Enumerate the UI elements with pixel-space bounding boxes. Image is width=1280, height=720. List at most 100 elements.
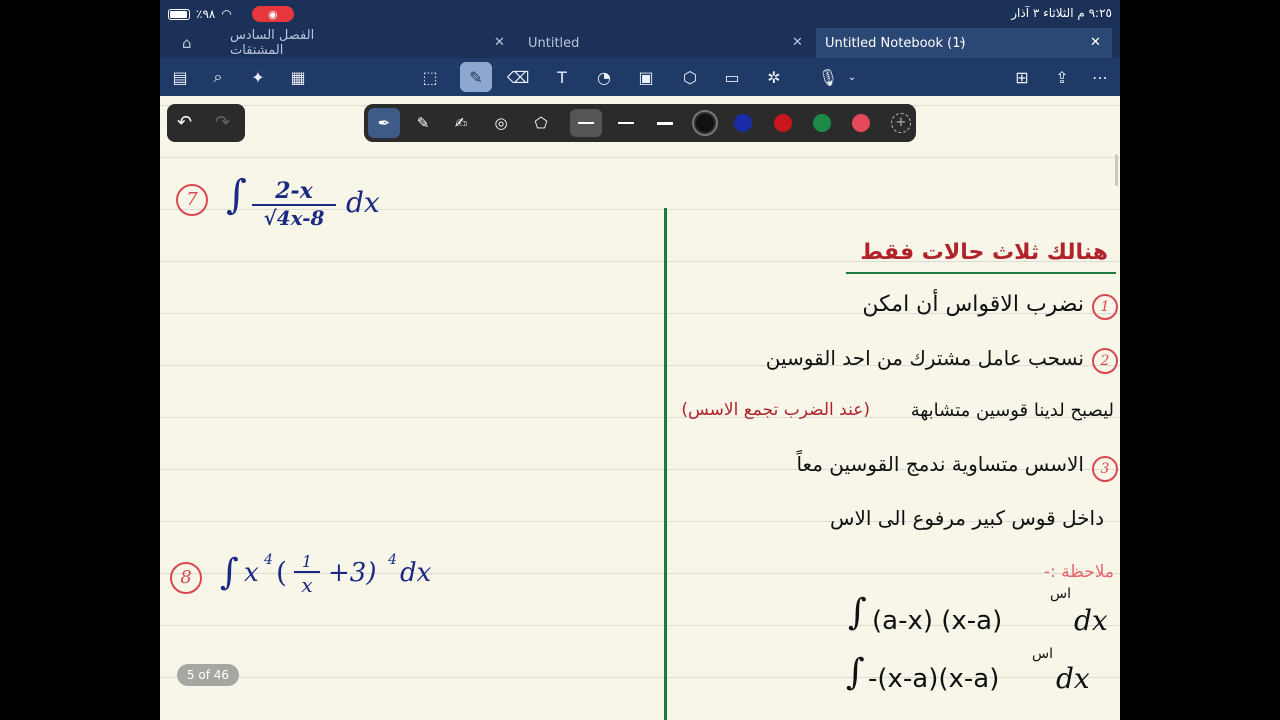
undo-redo-palette: ↶ ↷ [167, 104, 245, 142]
note-item-3: الاسس متساوية ندمج القوسين معاً [796, 452, 1084, 476]
q8-fraction: 1 x [294, 552, 320, 597]
wifi-icon: ◠ [221, 7, 232, 21]
q8-exp1: 4 [264, 552, 273, 568]
sqrt-icon: √ [263, 206, 277, 230]
undo-icon[interactable]: ↶ [177, 112, 192, 133]
thickness-thick[interactable] [657, 122, 673, 125]
page-indicator[interactable]: 5 of 46 [177, 664, 239, 686]
integral-sign: ∫ [226, 172, 247, 218]
q7-fraction: 2-x √4x-8 [252, 178, 336, 230]
color-swatch-black[interactable] [692, 110, 718, 136]
ai-sparkle-icon[interactable]: ✦ [246, 65, 270, 89]
q8-dx: dx [400, 558, 432, 588]
formula-2-dx: dx [1056, 662, 1090, 695]
question-number-7: 7 [176, 184, 208, 216]
note-item-3-continued: داخل قوس كبير مرفوع الى الاس [830, 506, 1104, 530]
main-toolbar: ▤ ⌕ ✦ ▦ ⬚ ✎ ⌫ T ◔ ▣ ⬡ ▭ ✲ 🎙 ⌄ ⊞ ⇪ ⋯ [160, 58, 1120, 96]
eraser-icon[interactable]: ⌫ [506, 65, 530, 89]
pen-palette: ✒ ✎ ✍ ◎ ⬠ + [364, 104, 916, 142]
status-left: ٪٩٨ ◠ ◉ [168, 6, 294, 22]
share-icon[interactable]: ⇪ [1050, 65, 1074, 89]
question-number-8: 8 [170, 562, 202, 594]
integral-sign: ∫ [848, 592, 867, 633]
note-item-2: نسحب عامل مشترك من احد القوسين [765, 346, 1084, 370]
note-item-2-remark: (عند الضرب تجمع الاسس) [681, 400, 870, 420]
q8-exp2: 4 [388, 552, 397, 568]
brush-pen-icon[interactable]: ✍ [448, 111, 474, 135]
tab-bar: ⌂ الفصل السادس المشتقات ✕ Untitled ✕ Unt… [160, 28, 1120, 58]
tab-untitled-notebook[interactable]: Untitled Notebook (1) ⌄ ✕ [816, 28, 1112, 58]
scrollbar[interactable] [1115, 154, 1118, 186]
redo-icon[interactable]: ↷ [215, 112, 230, 133]
image-icon[interactable]: ▣ [634, 65, 658, 89]
q8-frac-num: 1 [301, 552, 313, 571]
q7-denominator: 4x-8 [276, 204, 325, 230]
formula-1: (a-x) (x-a) [872, 606, 1003, 636]
formula-2: -(x-a)(x-a) [868, 664, 1000, 694]
text-tool-icon[interactable]: T [550, 65, 574, 89]
formula-1-dx: dx [1074, 604, 1108, 637]
pen-settings-icon[interactable]: ◎ [488, 111, 514, 135]
color-swatch-green[interactable] [813, 114, 831, 132]
pen-tool-icon[interactable]: ✎ [460, 62, 492, 92]
fountain-pen-icon[interactable]: ✒ [368, 108, 400, 138]
notes-heading: هنالك ثلاث حالات فقط [860, 240, 1108, 265]
sticker-icon[interactable]: ◔ [592, 65, 616, 89]
heading-underline [846, 272, 1116, 274]
document-icon[interactable]: ▦ [286, 65, 310, 89]
battery-level: ٪٩٨ [196, 7, 216, 21]
note-item-2-continued: ليصبح لدينا قوسين متشابهة [910, 400, 1114, 421]
q7-numerator: 2-x [275, 178, 313, 204]
chevron-down-icon[interactable]: ⌄ [840, 65, 864, 89]
q7-dx: dx [346, 186, 380, 219]
color-swatch-blue[interactable] [734, 114, 752, 132]
tab-label: الفصل السادس المشتقات [230, 28, 315, 58]
app-window: ٪٩٨ ◠ ◉ ٩:٢٥ م الثلاثاء ٣ آذار ⌂ الفصل ا… [160, 0, 1120, 720]
laser-pointer-icon[interactable]: ✲ [762, 65, 786, 89]
status-bar: ٪٩٨ ◠ ◉ ٩:٢٥ م الثلاثاء ٣ آذار [160, 0, 1120, 28]
search-icon[interactable]: ⌕ [206, 65, 230, 89]
item-number-1: 1 [1092, 294, 1118, 320]
q8-base: x [244, 558, 259, 588]
tab-derivatives[interactable]: الفصل السادس المشتقات ✕ [230, 28, 510, 58]
tab-label: Untitled [528, 35, 580, 51]
lasso-icon[interactable]: ⬚ [418, 65, 442, 89]
item-number-2: 2 [1092, 348, 1118, 374]
screen-record-indicator[interactable]: ◉ [251, 6, 294, 22]
shape-recognition-icon[interactable]: ⬠ [528, 111, 554, 135]
chevron-down-icon[interactable]: ⌄ [958, 35, 966, 46]
new-page-icon[interactable]: ⊞ [1010, 65, 1034, 89]
home-icon[interactable]: ⌂ [182, 34, 192, 52]
formula-1-exponent: اس [1050, 586, 1071, 602]
color-swatch-red[interactable] [774, 114, 792, 132]
close-icon[interactable]: ✕ [792, 35, 803, 50]
page-divider-line [664, 208, 667, 720]
q8-frac-den: x [301, 573, 313, 597]
q7-denominator-wrap: √4x-8 [252, 204, 336, 230]
color-swatch-pink[interactable] [852, 114, 870, 132]
record-icon: ◉ [268, 7, 278, 21]
note-icon[interactable]: ▭ [720, 65, 744, 89]
status-datetime: ٩:٢٥ م الثلاثاء ٣ آذار [1011, 6, 1112, 20]
formula-2-exponent: اس [1032, 646, 1053, 662]
q8-plus-three: +3) [328, 558, 377, 588]
add-color-icon[interactable]: + [891, 113, 911, 133]
shapes-icon[interactable]: ⬡ [678, 65, 702, 89]
note-item-1: نضرب الاقواس أن امكن [862, 292, 1084, 317]
battery-icon [168, 8, 190, 20]
sidebar-icon[interactable]: ▤ [168, 65, 192, 89]
tab-label: Untitled Notebook (1) [825, 35, 966, 51]
item-number-3: 3 [1092, 456, 1118, 482]
tab-untitled[interactable]: Untitled ✕ [520, 28, 816, 58]
thickness-thin[interactable] [578, 122, 594, 124]
integral-sign: ∫ [846, 652, 865, 693]
note-label: ملاحظة :- [1043, 562, 1114, 582]
q8-open-paren: ( [276, 556, 287, 589]
more-icon[interactable]: ⋯ [1088, 65, 1112, 89]
ballpoint-pen-icon[interactable]: ✎ [410, 111, 436, 135]
integral-sign: ∫ [220, 552, 239, 593]
thickness-medium[interactable] [618, 122, 634, 124]
close-icon[interactable]: ✕ [1090, 35, 1101, 50]
microphone-icon[interactable]: 🎙 [816, 65, 840, 89]
close-icon[interactable]: ✕ [494, 35, 505, 50]
